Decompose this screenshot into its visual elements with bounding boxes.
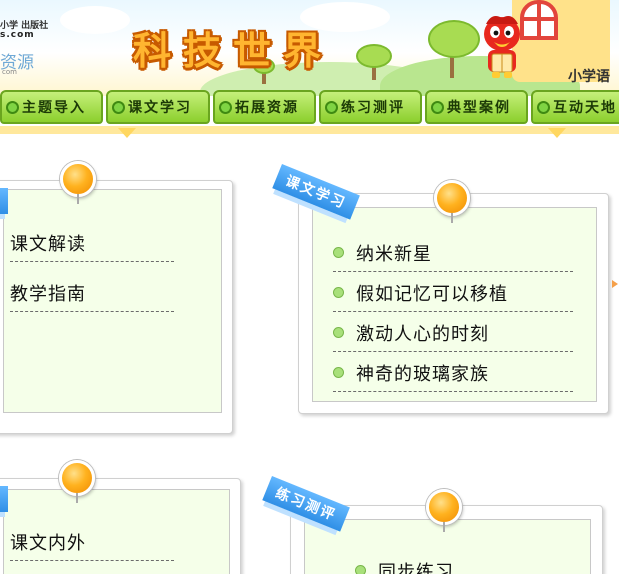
list-item-label: 同步练习 xyxy=(378,561,454,574)
list-item-label: 纳米新星 xyxy=(356,243,432,265)
list-item-label: 激动人心的时刻 xyxy=(356,323,489,345)
nav-bullet-icon xyxy=(6,100,19,114)
tab-label: 拓展资源 xyxy=(235,100,299,116)
tree-decoration xyxy=(356,44,392,68)
tab-label: 互动天地 xyxy=(553,100,617,116)
tab-label: 练习测评 xyxy=(341,100,405,116)
tab-text-study[interactable]: 课文学习 xyxy=(106,90,210,124)
list-item-teaching-guide[interactable]: 教学指南 xyxy=(10,274,174,312)
site-header: 小学 出版社 s.com 资源 com 科技世界 小学语 xyxy=(0,0,619,96)
nav-bullet-icon xyxy=(537,100,550,114)
resource-domain: com xyxy=(2,68,17,76)
pushpin-icon xyxy=(434,180,470,223)
mascot-icon xyxy=(484,16,520,78)
bullet-icon xyxy=(333,287,344,298)
tab-extended-resources[interactable]: 拓展资源 xyxy=(213,90,316,124)
list-item-memory-transplant[interactable]: 假如记忆可以移植 xyxy=(333,274,573,312)
pushpin-icon xyxy=(59,460,95,503)
list-item-glass-family[interactable]: 神奇的玻璃家族 xyxy=(333,354,573,392)
list-item-nano-star[interactable]: 纳米新星 xyxy=(333,234,573,272)
arrow-right-icon xyxy=(612,280,618,288)
tab-label: 课文学习 xyxy=(128,100,192,116)
grade-label: 小学语 xyxy=(568,69,610,85)
list-item-label: 假如记忆可以移植 xyxy=(356,283,508,305)
nav-bullet-icon xyxy=(112,100,125,114)
nav-pointer-icon xyxy=(548,128,566,138)
list-item-text-reading[interactable]: 课文解读 xyxy=(10,224,174,262)
list-item-sync-practice[interactable]: 同步练习 xyxy=(355,552,575,574)
bullet-icon xyxy=(333,327,344,338)
nav-pointer-icon xyxy=(118,128,136,138)
list-item-label: 教学指南 xyxy=(10,283,86,305)
cloud-decoration xyxy=(60,6,130,34)
nav-bullet-icon xyxy=(219,100,232,114)
ribbon-tab-left xyxy=(0,188,8,214)
pushpin-icon xyxy=(426,489,462,532)
list-item-exciting-moment[interactable]: 激动人心的时刻 xyxy=(333,314,573,352)
main-nav: 主题导入 课文学习 拓展资源 练习测评 典型案例 互动天地 xyxy=(0,90,619,128)
site-title: 科技世界 xyxy=(133,28,334,73)
tab-label: 典型案例 xyxy=(447,100,511,116)
tab-label: 主题导入 xyxy=(22,100,86,116)
nav-bullet-icon xyxy=(431,100,444,114)
bullet-icon xyxy=(355,565,366,574)
tree-decoration xyxy=(428,20,480,58)
bullet-icon xyxy=(333,247,344,258)
ribbon-tab-left xyxy=(0,486,8,512)
list-item-label: 课文解读 xyxy=(10,233,86,255)
publisher-domain: s.com xyxy=(0,30,35,40)
list-item-label: 课文内外 xyxy=(10,532,86,554)
pushpin-icon xyxy=(60,161,96,204)
nav-bullet-icon xyxy=(325,100,338,114)
nav-underline xyxy=(0,126,619,134)
bullet-icon xyxy=(333,367,344,378)
list-item-beyond-text[interactable]: 课文内外 xyxy=(10,523,174,561)
list-item-label: 神奇的玻璃家族 xyxy=(356,363,489,385)
tab-interactive-world[interactable]: 互动天地 xyxy=(531,90,619,124)
tab-typical-cases[interactable]: 典型案例 xyxy=(425,90,528,124)
tab-practice-assessment[interactable]: 练习测评 xyxy=(319,90,422,124)
tab-topic-intro[interactable]: 主题导入 xyxy=(0,90,103,124)
